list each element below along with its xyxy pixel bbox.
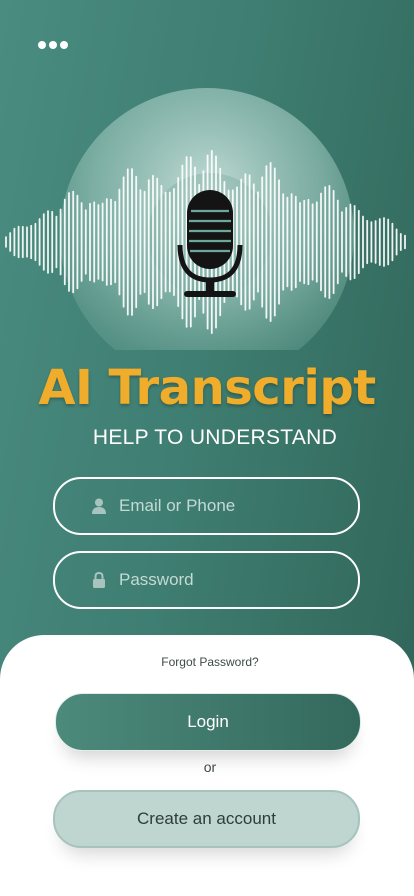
password-input[interactable] [119,553,339,607]
login-button[interactable]: Login [55,693,361,751]
email-input[interactable] [119,479,339,533]
app-title: AI Transcript [38,360,376,416]
hero-illustration [5,88,406,350]
forgot-password-link[interactable]: Forgot Password? [0,655,414,669]
lock-icon [93,572,105,588]
dot [38,41,46,49]
email-field[interactable] [53,477,360,535]
more-options-icon[interactable] [38,41,68,49]
user-icon [92,498,106,514]
or-divider-label: or [203,759,217,775]
dot [60,41,68,49]
password-field[interactable] [53,551,360,609]
app-subtitle: HELP TO UNDERSTAND [92,426,338,449]
dot [49,41,57,49]
create-account-button[interactable]: Create an account [53,790,360,848]
